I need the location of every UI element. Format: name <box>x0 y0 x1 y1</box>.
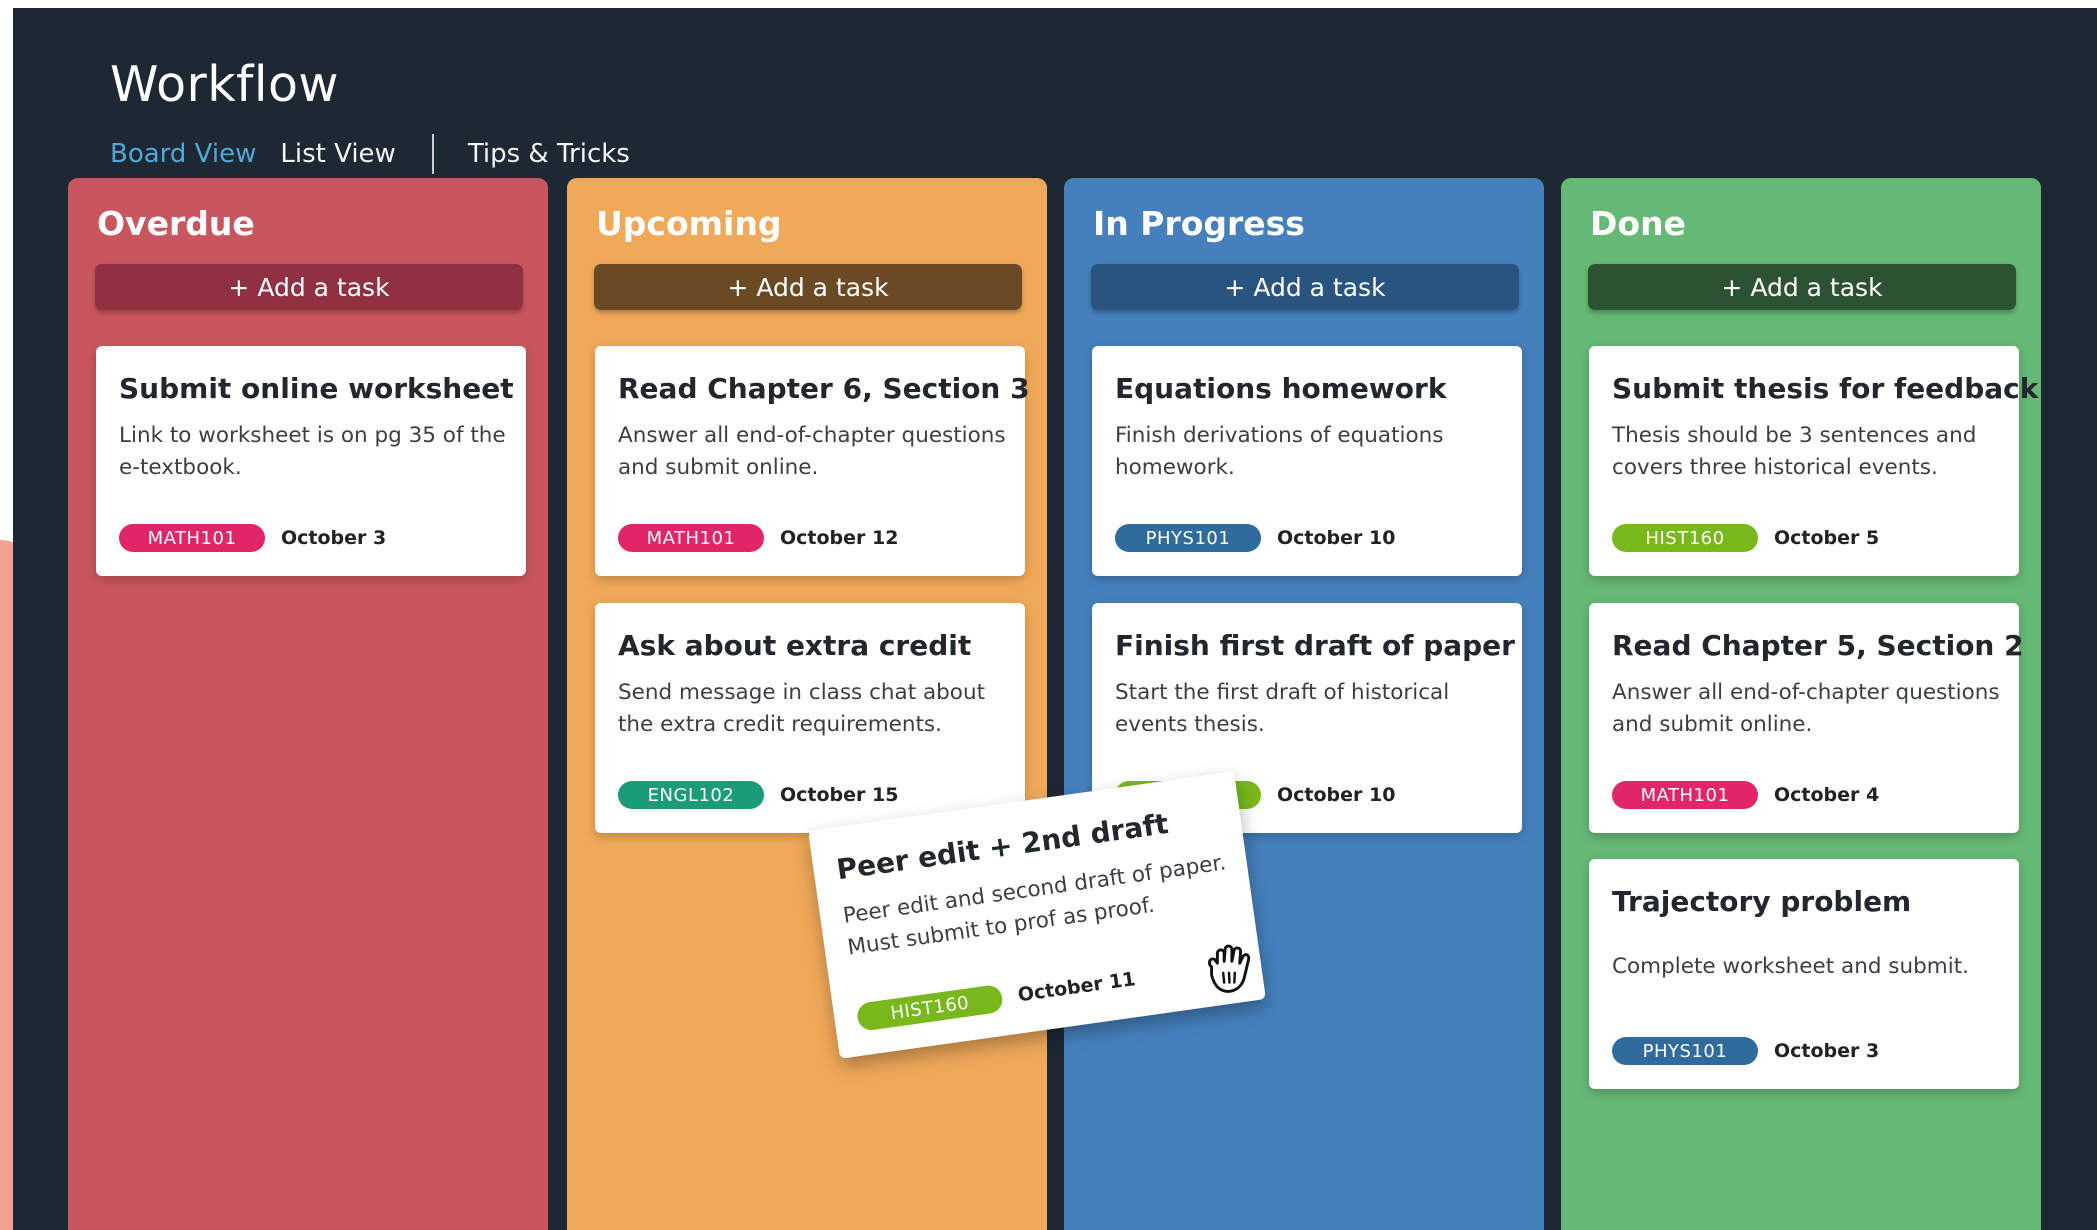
task-card[interactable]: Read Chapter 5, Section 2 Answer all end… <box>1589 603 2024 833</box>
add-task-button[interactable]: + Add a task <box>1091 264 1519 310</box>
card-title: Ask about extra credit <box>618 629 972 662</box>
column-done: Done + Add a task Submit thesis for feed… <box>1561 178 2041 1230</box>
card-title: Equations homework <box>1115 372 1447 405</box>
add-task-button[interactable]: + Add a task <box>95 264 523 310</box>
card-title: Read Chapter 6, Section 3 <box>618 372 1030 405</box>
card-meta: ENGL102 October 15 <box>618 781 898 809</box>
card-description: Finish derivations of equations homework… <box>1115 423 1444 480</box>
course-tag: MATH101 <box>1612 781 1758 809</box>
card-meta: MATH101 October 12 <box>618 524 898 552</box>
card-title: Submit thesis for feedback <box>1612 372 2039 405</box>
view-nav: Board View List View Tips & Tricks <box>110 134 630 174</box>
card-meta: MATH101 October 4 <box>1612 781 1879 809</box>
grab-hand-icon <box>1208 944 1251 993</box>
due-date: October 10 <box>1277 784 1396 806</box>
course-tag: HIST160 <box>855 983 1005 1032</box>
add-task-button[interactable]: + Add a task <box>1588 264 2016 310</box>
column-overdue: Overdue + Add a task Submit online works… <box>68 178 548 1230</box>
due-date: October 10 <box>1277 527 1396 549</box>
task-card[interactable]: Submit thesis for feedback Thesis should… <box>1589 346 2038 576</box>
due-date: October 11 <box>1016 968 1137 1007</box>
task-card[interactable]: Trajectory problem Complete worksheet an… <box>1589 859 2019 1089</box>
course-tag: MATH101 <box>618 524 764 552</box>
card-meta: PHYS101 October 3 <box>1612 1037 1879 1065</box>
column-in-progress: In Progress + Add a task Equations homew… <box>1064 178 1544 1230</box>
due-date: October 3 <box>281 527 387 549</box>
card-description: Answer all end-of-chapter questions and … <box>1612 680 2000 737</box>
card-description: Send message in class chat about the ext… <box>618 680 986 737</box>
card-description: Thesis should be 3 sentences and covers … <box>1612 423 1977 480</box>
add-task-button[interactable]: + Add a task <box>594 264 1022 310</box>
nav-tips-tricks[interactable]: Tips & Tricks <box>468 139 630 169</box>
task-card[interactable]: Equations homework Finish derivations of… <box>1092 346 1522 576</box>
card-description: Start the first draft of historical even… <box>1115 680 1450 737</box>
due-date: October 12 <box>780 527 899 549</box>
column-title: Overdue <box>97 204 255 243</box>
nav-divider <box>431 134 434 174</box>
course-tag: MATH101 <box>119 524 265 552</box>
nav-list-view[interactable]: List View <box>280 139 395 169</box>
nav-board-view[interactable]: Board View <box>110 139 256 169</box>
course-tag: HIST160 <box>1612 524 1758 552</box>
card-title: Submit online worksheet <box>119 372 514 405</box>
column-upcoming: Upcoming + Add a task Read Chapter 6, Se… <box>567 178 1047 1230</box>
due-date: October 3 <box>1774 1040 1880 1062</box>
course-tag: PHYS101 <box>1612 1037 1758 1065</box>
task-card[interactable]: Submit online worksheet Link to workshee… <box>96 346 526 576</box>
card-title: Finish first draft of paper <box>1115 629 1515 662</box>
due-date: October 4 <box>1774 784 1880 806</box>
column-title: In Progress <box>1093 204 1305 243</box>
course-tag: PHYS101 <box>1115 524 1261 552</box>
card-title: Read Chapter 5, Section 2 <box>1612 629 2024 662</box>
card-title: Trajectory problem <box>1612 885 1912 918</box>
column-title: Done <box>1590 204 1686 243</box>
card-meta: HIST160 October 11 <box>855 965 1138 1032</box>
column-title: Upcoming <box>596 204 782 243</box>
task-card[interactable]: Read Chapter 6, Section 3 Answer all end… <box>595 346 1030 576</box>
due-date: October 5 <box>1774 527 1880 549</box>
task-card[interactable]: Ask about extra credit Send message in c… <box>595 603 1025 833</box>
card-description: Complete worksheet and submit. <box>1612 954 1969 979</box>
card-meta: MATH101 October 3 <box>119 524 386 552</box>
card-meta: HIST160 October 5 <box>1612 524 1879 552</box>
card-description: Answer all end-of-chapter questions and … <box>618 423 1006 480</box>
page-title: Workflow <box>110 56 339 113</box>
due-date: October 15 <box>780 784 899 806</box>
card-description: Link to worksheet is on pg 35 of the e-t… <box>119 423 506 480</box>
card-meta: PHYS101 October 10 <box>1115 524 1395 552</box>
course-tag: ENGL102 <box>618 781 764 809</box>
